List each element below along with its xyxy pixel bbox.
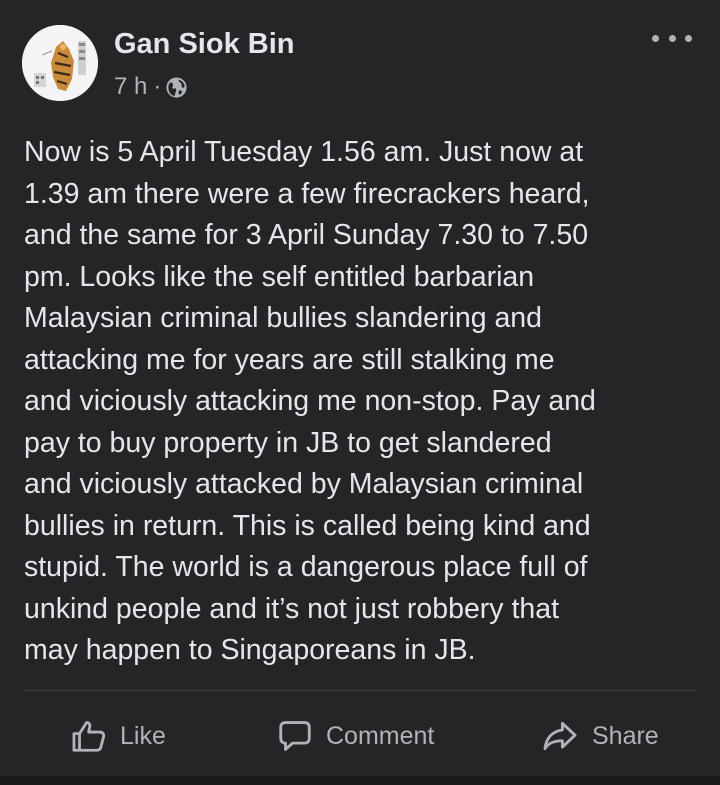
comment-button[interactable]: Comment — [276, 708, 434, 764]
post-text-line: and viciously attacked by Malaysian crim… — [24, 468, 584, 500]
more-dot — [652, 34, 659, 42]
post-text-line: unkind people and it’s not just robbery … — [24, 592, 560, 625]
more-dot — [685, 34, 692, 42]
share-label: Share — [592, 721, 659, 750]
globe-icon[interactable] — [165, 76, 188, 99]
share-button[interactable]: Share — [540, 708, 659, 764]
post-text-line: stupid. The world is a dangerous place f… — [24, 551, 588, 583]
share-arrow-icon — [543, 721, 577, 751]
post-timestamp[interactable]: 7 h — [114, 73, 147, 101]
comment-label: Comment — [326, 721, 435, 750]
post-text-line: and viciously attacking me non-stop. Pay… — [24, 385, 596, 417]
post-text-line: attacking me for years are still stalkin… — [24, 343, 555, 376]
post-text-line: Now is 5 April Tuesday 1.56 am. Just now… — [24, 136, 584, 168]
avatar[interactable] — [22, 25, 98, 101]
post-text-line: and the same for 3 April Sunday 7.30 to … — [24, 219, 589, 251]
like-label: Like — [120, 721, 166, 750]
action-bar: Like Comment Share — [0, 708, 720, 764]
meta-separator: · — [153, 73, 162, 100]
post-text-line: pay to buy property in JB to get slander… — [24, 426, 552, 459]
post-text-line: bullies in return. This is called being … — [24, 509, 591, 542]
author-name[interactable]: Gan Siok Bin — [114, 28, 294, 61]
post-card: Gan Siok Bin 7 h · Now is 5 April Tuesda… — [0, 0, 720, 776]
divider — [24, 690, 696, 691]
post-text: Now is 5 April Tuesday 1.56 am. Just now… — [24, 132, 696, 672]
avatar-image — [22, 25, 98, 101]
post-text-line: pm. Looks like the self entitled barbari… — [24, 260, 535, 293]
more-dot — [668, 34, 676, 42]
post-text-line: may happen to Singaporeans in JB. — [24, 634, 476, 666]
thumbs-up-icon — [72, 721, 106, 752]
comment-icon — [279, 721, 311, 751]
like-button[interactable]: Like — [70, 708, 166, 764]
post-text-line: 1.39 am there were a few firecrackers he… — [24, 177, 590, 210]
more-options-icon[interactable] — [652, 28, 692, 48]
post-meta: 7 h · — [114, 70, 188, 104]
post-text-line: Malaysian criminal bullies slandering an… — [24, 302, 543, 334]
